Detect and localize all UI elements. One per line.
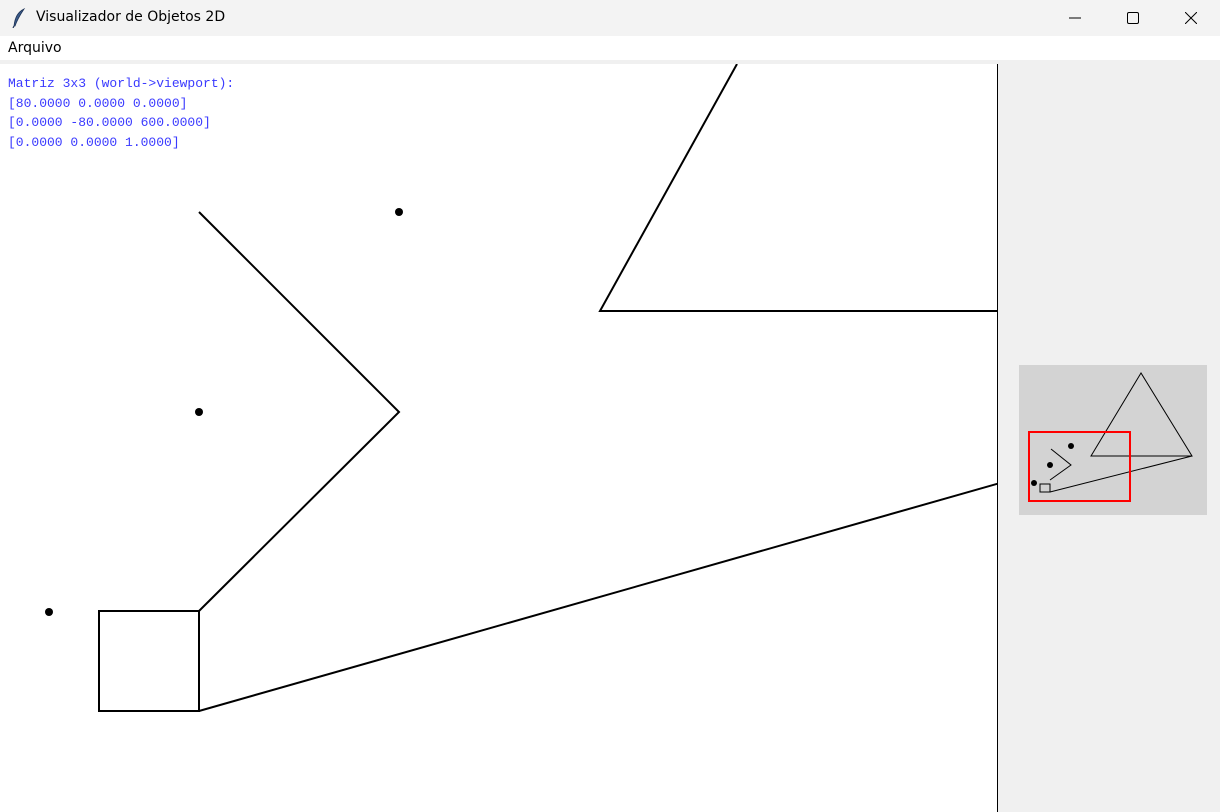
window-title: Visualizador de Objetos 2D (36, 9, 226, 25)
minimap-point (1068, 443, 1074, 449)
feather-icon (12, 8, 26, 28)
close-button[interactable] (1162, 0, 1220, 36)
minimap[interactable] (1019, 365, 1207, 515)
matrix-readout: Matriz 3x3 (world->viewport): [80.0000 0… (8, 74, 234, 152)
line-shape (198, 482, 997, 712)
square-shape (98, 610, 200, 712)
minimap-viewport-rect[interactable] (1028, 431, 1131, 502)
polyline-shape (198, 211, 401, 612)
viewport-canvas[interactable]: Matriz 3x3 (world->viewport): [80.0000 0… (0, 64, 998, 812)
matrix-title: Matriz 3x3 (world->viewport): (8, 76, 235, 91)
point-shape (195, 408, 203, 416)
matrix-row: [80.0000 0.0000 0.0000] (8, 95, 188, 111)
minimize-button[interactable] (1046, 0, 1104, 36)
minimap-triangle (1090, 372, 1193, 457)
minimap-line (1049, 455, 1193, 493)
title-bar[interactable]: Visualizador de Objetos 2D (0, 0, 1220, 36)
app-window: Visualizador de Objetos 2D Arquivo Matri… (0, 0, 1220, 812)
minimap-square (1039, 483, 1051, 493)
point-shape (45, 608, 53, 616)
point-shape (395, 208, 403, 216)
menu-bar: Arquivo (0, 36, 1220, 60)
maximize-icon (1127, 12, 1139, 24)
maximize-button[interactable] (1104, 0, 1162, 36)
minimap-polyline (1049, 448, 1072, 481)
viewport-drawing (45, 64, 997, 712)
matrix-row: [0.0000 -80.0000 600.0000] (8, 115, 211, 130)
matrix-row: [0.0000 0.0000 1.0000] (8, 134, 180, 150)
minimap-drawing (1028, 372, 1193, 502)
minimize-icon (1069, 17, 1081, 19)
close-icon (1185, 12, 1197, 24)
triangle-shape (598, 64, 997, 312)
minimap-point (1047, 462, 1053, 468)
menu-arquivo[interactable]: Arquivo (8, 40, 62, 56)
minimap-point (1031, 480, 1037, 486)
